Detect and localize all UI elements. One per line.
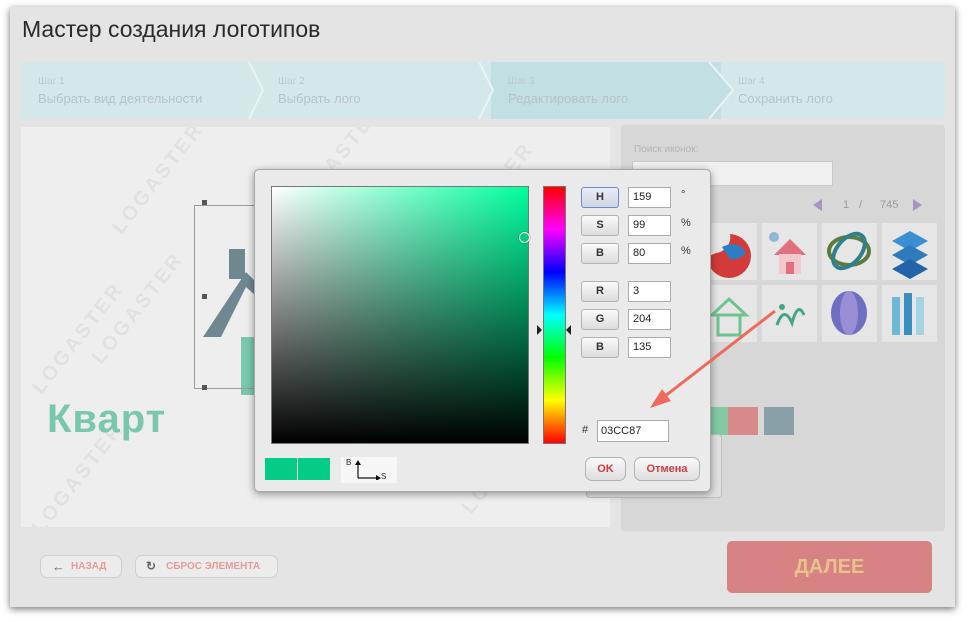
hue-value-input[interactable]: 159 [628, 187, 671, 208]
page-current: 1 [843, 199, 850, 211]
brightness-value-input[interactable]: 80 [628, 243, 671, 264]
axis-b-label: B [346, 458, 352, 467]
wizard-steps: Шаг 1 Выбрать вид деятельности Шаг 2 Выб… [21, 62, 945, 119]
hue-pointer-right [566, 325, 571, 335]
logo-text: Кварт [47, 397, 167, 441]
mode-b-button[interactable]: B [581, 243, 619, 264]
palette-swatch-gray[interactable] [764, 407, 794, 435]
mode-r-button[interactable]: R [581, 281, 619, 302]
saturation-value-input[interactable]: 99 [628, 215, 671, 236]
hue-slider[interactable] [543, 186, 566, 444]
mode-s-button[interactable]: S [581, 215, 619, 236]
page-separator: / [859, 199, 863, 211]
resize-handle[interactable] [202, 294, 207, 299]
current-color-swatch[interactable] [298, 458, 330, 480]
prev-page-icon[interactable] [813, 199, 822, 211]
reset-element-button[interactable]: ↻ СБРОС ЭЛЕМЕНТА [135, 555, 278, 578]
green-value-input[interactable]: 204 [628, 309, 671, 330]
hue-unit: ° [681, 189, 686, 201]
house-icon[interactable] [762, 223, 817, 280]
ribbon-knot-icon[interactable] [822, 223, 877, 280]
hex-hash-label: # [582, 424, 589, 436]
saturation-unit: % [681, 217, 691, 229]
page-title: Мастер создания логотипов [22, 16, 321, 42]
mode-h-button[interactable]: H [581, 187, 619, 208]
arrow-left-icon: ← [52, 559, 65, 574]
resize-handle[interactable] [202, 385, 207, 390]
palette-swatch-red[interactable] [728, 407, 758, 435]
saturation-brightness-field[interactable] [271, 186, 529, 444]
red-value-input[interactable]: 3 [628, 281, 671, 302]
hue-pointer-left [537, 325, 542, 335]
blue-sphere-icon[interactable] [822, 285, 877, 342]
ok-button[interactable]: OK [585, 457, 626, 481]
next-page-icon[interactable] [913, 199, 922, 211]
hex-value-input[interactable]: 03CC87 [597, 420, 669, 442]
axis-s-label: S [381, 472, 387, 481]
color-axes-icon: B S [341, 457, 397, 483]
mode-blue-button[interactable]: B [581, 337, 619, 358]
next-button[interactable]: ДАЛЕЕ [727, 541, 932, 593]
new-color-swatch [265, 458, 297, 480]
columns-icon[interactable] [882, 285, 937, 342]
axes-arrows-icon [355, 460, 381, 480]
reset-button-label: СБРОС ЭЛЕМЕНТА [166, 561, 261, 572]
brightness-unit: % [681, 245, 691, 257]
floral-icon[interactable] [762, 285, 817, 342]
icon-search-label: Поиск иконок: [634, 144, 699, 155]
color-marker[interactable] [519, 232, 530, 243]
mode-g-button[interactable]: G [581, 309, 619, 330]
back-button-label: НАЗАД [71, 561, 107, 572]
step-chevrons [248, 62, 735, 119]
page-total: 745 [880, 199, 899, 211]
blue-s-icon[interactable] [882, 223, 937, 280]
color-picker-dialog: H 159 ° S 99 % B 80 % R 3 G 204 B 135 # … [254, 169, 711, 492]
back-button[interactable]: ← НАЗАД [40, 555, 122, 578]
blue-value-input[interactable]: 135 [628, 337, 671, 358]
cancel-button[interactable]: Отмена [634, 457, 700, 481]
reset-icon: ↻ [146, 559, 157, 573]
resize-handle[interactable] [202, 200, 207, 205]
